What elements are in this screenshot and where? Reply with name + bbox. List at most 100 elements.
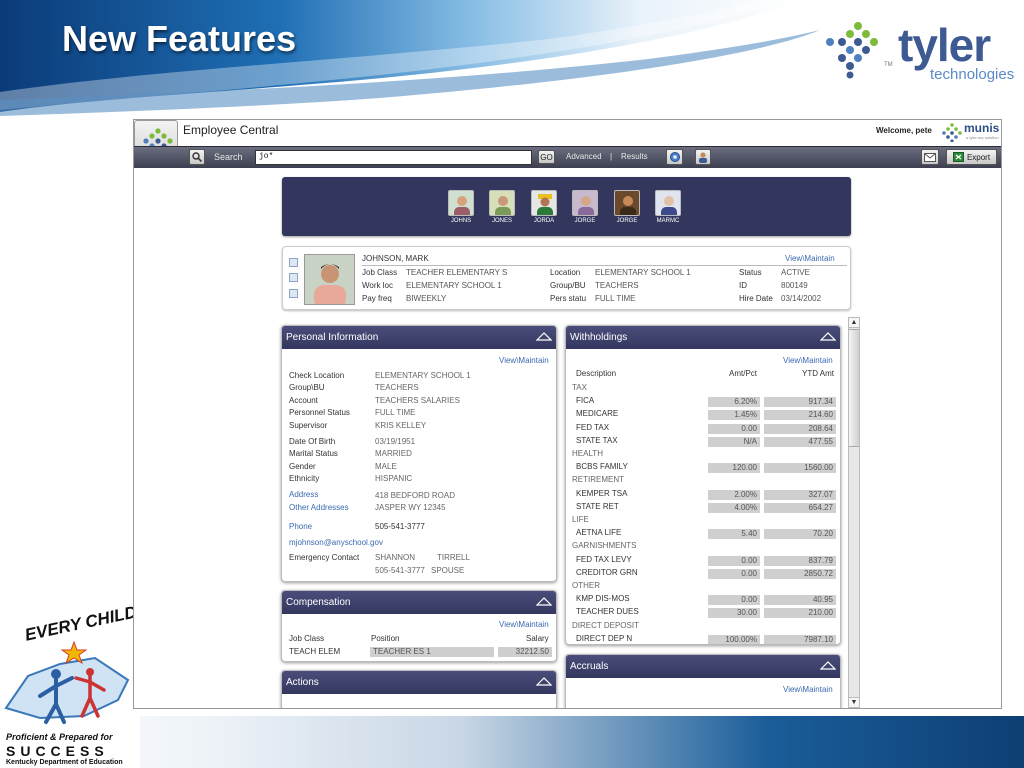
tyler-wordmark: tyler <box>898 19 991 71</box>
result-thumb[interactable]: JORGE <box>571 190 599 224</box>
settings-button[interactable] <box>666 149 683 165</box>
result-thumb[interactable]: JOHNS <box>447 190 475 224</box>
scroll-down-arrow-icon[interactable]: ▼ <box>849 697 859 707</box>
withholding-amt-cell: 0.00 <box>708 556 760 566</box>
person-photo-icon <box>661 196 677 215</box>
collapse-icon[interactable] <box>536 330 552 342</box>
email-button[interactable] <box>921 149 939 165</box>
group-bu-value: TEACHERS <box>595 281 639 290</box>
withholding-group-label: HEALTH <box>572 449 603 458</box>
address-link[interactable]: Address <box>289 490 318 499</box>
emergency-first-name: SHANNON <box>375 553 416 562</box>
accruals-view-maintain-link[interactable]: View\Maintain <box>783 685 833 694</box>
employee-name: JOHNSON, MARK <box>362 254 429 263</box>
toolbar-separator: | <box>610 152 613 161</box>
search-label: Search <box>214 152 243 162</box>
tyler-subtitle: technologies <box>930 66 1015 83</box>
withholding-item-label: STATE RET <box>576 502 619 511</box>
withholding-item-label: STATE TAX <box>576 436 618 445</box>
compensation-panel: Compensation View\Maintain Job Class Pos… <box>281 590 557 662</box>
pay-freq-value: BIWEEKLY <box>406 294 447 303</box>
withholding-ytd-cell: 327.07 <box>764 490 836 500</box>
withholding-group-label: DIRECT DEPOSIT <box>572 621 639 630</box>
accruals-header[interactable]: Accruals <box>566 655 840 678</box>
compensation-header[interactable]: Compensation <box>282 591 556 614</box>
field-label: Date Of Birth <box>289 437 336 446</box>
scrollbar-thumb[interactable] <box>849 329 859 447</box>
personal-information-header[interactable]: Personal Information <box>282 326 556 349</box>
document-icon[interactable] <box>289 273 298 282</box>
kde-logo: EVERY CHILD Proficient & Prepared for SU… <box>0 602 140 768</box>
pers-status-label: Pers statu <box>550 294 587 303</box>
person-photo-icon <box>620 196 636 215</box>
collapse-icon[interactable] <box>820 330 836 342</box>
content-scrollbar[interactable]: ▲ ▼ <box>848 317 860 708</box>
collapse-icon[interactable] <box>536 675 552 687</box>
withholding-amt-cell: 5.40 <box>708 529 760 539</box>
checkbox-icon[interactable] <box>289 258 298 267</box>
result-thumb[interactable]: MARMC <box>654 190 682 224</box>
result-thumb[interactable]: JORDA <box>530 190 558 224</box>
other-addresses-link[interactable]: Other Addresses <box>289 503 349 512</box>
withholding-ytd-cell: 477.55 <box>764 437 836 447</box>
withholding-ytd-cell: 70.20 <box>764 529 836 539</box>
withholding-item-label: DIRECT DEP N <box>576 634 633 643</box>
personal-view-maintain-link[interactable]: View\Maintain <box>499 356 549 365</box>
avatar <box>655 190 681 216</box>
withholding-group-label: LIFE <box>572 515 589 524</box>
result-name: JORGE <box>616 218 638 224</box>
search-results-strip: JOHNS JONES JORDA JORGE JORGE MARMC <box>282 177 851 236</box>
panel-title: Withholdings <box>570 332 628 343</box>
panel-title: Accruals <box>570 661 609 672</box>
scroll-up-arrow-icon[interactable]: ▲ <box>849 318 859 328</box>
emergency-phone: 505-541-3777 <box>375 566 425 575</box>
tyler-logo: TM tyler technologies <box>822 18 1017 88</box>
advanced-link[interactable]: Advanced <box>566 152 602 161</box>
field-label: Account <box>289 396 318 405</box>
actions-panel: Actions <box>281 670 557 708</box>
job-class-value: TEACHER ELEMENTARY S <box>406 268 508 277</box>
search-input[interactable]: jo* <box>255 150 532 165</box>
pay-freq-label: Pay freq <box>362 294 392 303</box>
search-icon-button[interactable] <box>189 149 205 165</box>
employee-button[interactable] <box>695 149 711 165</box>
employee-summary-card: JOHNSON, MARK View\Maintain Job Class TE… <box>282 246 851 310</box>
collapse-icon[interactable] <box>820 659 836 671</box>
withholding-ytd-cell: 7987.10 <box>764 635 836 644</box>
munis-logo: munis a tyler erp solution <box>942 121 1001 143</box>
avatar <box>489 190 515 216</box>
withholdings-view-maintain-link[interactable]: View\Maintain <box>783 356 833 365</box>
hire-date-label: Hire Date <box>739 294 773 303</box>
export-button[interactable]: Export <box>946 149 997 165</box>
result-thumb[interactable]: JORGE <box>613 190 641 224</box>
collapse-icon[interactable] <box>536 595 552 607</box>
app-title: Employee Central <box>183 123 279 137</box>
withholding-amt-cell: 2.00% <box>708 490 760 500</box>
actions-header[interactable]: Actions <box>282 671 556 694</box>
withholding-item-label: KEMPER TSA <box>576 489 628 498</box>
summary-view-maintain-link[interactable]: View\Maintain <box>785 254 835 263</box>
panel-title: Compensation <box>286 597 351 608</box>
go-button[interactable]: GO <box>538 150 555 164</box>
email-link[interactable]: mjohnson@anyschool.gov <box>289 538 383 547</box>
status-value: ACTIVE <box>781 268 810 277</box>
column-header: Salary <box>526 634 549 643</box>
compensation-view-maintain-link[interactable]: View\Maintain <box>499 620 549 629</box>
withholding-ytd-cell: 210.00 <box>764 608 836 618</box>
withholding-item-label: CREDITOR GRN <box>576 568 638 577</box>
person-photo-icon <box>537 194 553 215</box>
withholdings-header[interactable]: Withholdings <box>566 326 840 349</box>
munis-wordmark: munis <box>964 121 1000 135</box>
field-value: MARRIED <box>375 449 412 458</box>
result-thumb[interactable]: JONES <box>488 190 516 224</box>
employee-central-window: Employee Central Welcome, pete munis a t… <box>133 119 1002 709</box>
phone-link[interactable]: Phone <box>289 522 312 531</box>
results-link[interactable]: Results <box>621 152 648 161</box>
group-bu-label: Group/BU <box>550 281 586 290</box>
edit-icon[interactable] <box>289 289 298 298</box>
withholding-amt-cell: 1.45% <box>708 410 760 420</box>
gear-icon <box>669 152 680 162</box>
avatar <box>572 190 598 216</box>
withholding-amt-cell: 6.20% <box>708 397 760 407</box>
withholding-item-label: FICA <box>576 396 595 405</box>
